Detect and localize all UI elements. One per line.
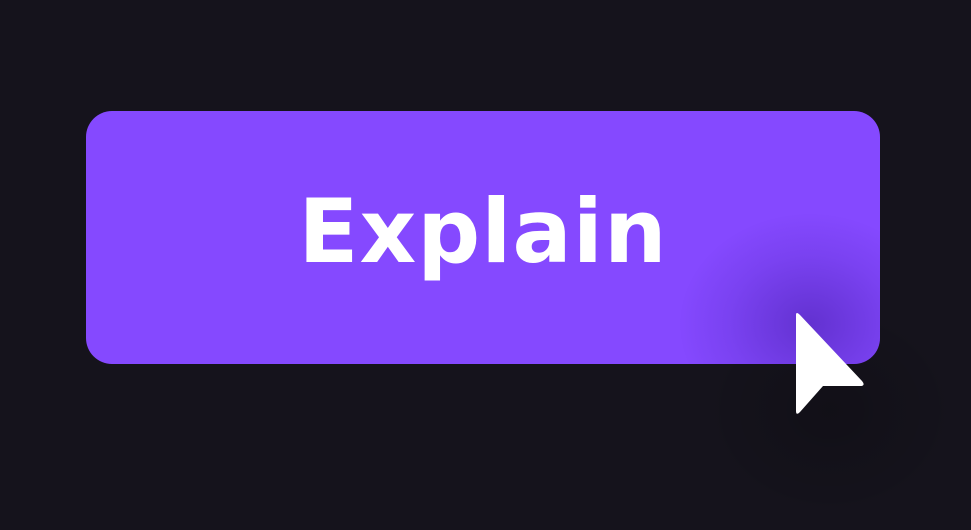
explain-button[interactable]: Explain [86, 111, 880, 364]
mouse-pointer-arrow-icon [796, 313, 864, 414]
canvas: Explain [0, 0, 971, 530]
explain-button-label: Explain [298, 180, 668, 283]
